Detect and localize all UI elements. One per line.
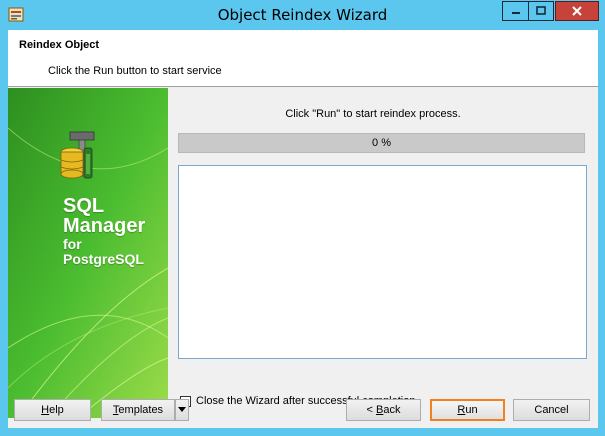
wizard-window: Object Reindex Wizard Reindex Object Cli…: [0, 0, 605, 436]
run-button-label: Run: [457, 404, 478, 416]
step-subtitle: Click the Run button to start service: [48, 65, 222, 77]
wizard-header: Reindex Object Click the Run button to s…: [8, 30, 598, 87]
title-bar[interactable]: Object Reindex Wizard: [0, 0, 605, 30]
status-message: Click "Run" to start reindex process.: [285, 108, 461, 120]
back-button-label: < Back: [366, 404, 401, 416]
side-banner: SQL Manager for PostgreSQL: [8, 88, 168, 418]
run-button[interactable]: Run: [430, 399, 505, 421]
maximize-icon: [536, 6, 546, 15]
help-button[interactable]: Help: [14, 399, 91, 421]
maximize-button[interactable]: [528, 1, 554, 21]
log-output[interactable]: [178, 165, 587, 359]
wizard-app-icon: [8, 7, 24, 22]
back-button[interactable]: < Back: [346, 399, 421, 421]
product-name-line3: for: [63, 236, 82, 252]
product-name-line1: SQL: [63, 195, 105, 217]
product-name-line4: PostgreSQL: [63, 251, 144, 267]
progress-label: 0 %: [372, 137, 391, 149]
templates-button-label: Templates: [112, 404, 164, 416]
product-name-line2: Manager: [63, 215, 146, 237]
close-window-button[interactable]: [555, 1, 599, 21]
cancel-button-label: Cancel: [534, 404, 569, 416]
product-name: SQL Manager for PostgreSQL: [63, 196, 145, 266]
progress-bar: 0 %: [178, 133, 585, 153]
triangle-down-icon: [178, 407, 186, 412]
help-button-label: Help: [41, 404, 64, 416]
database-tools-icon: [60, 131, 95, 179]
templates-dropdown-button[interactable]: [175, 399, 189, 421]
cancel-button[interactable]: Cancel: [513, 399, 590, 421]
templates-button[interactable]: Templates: [101, 399, 175, 421]
wizard-body: SQL Manager for PostgreSQL Click "Run" t…: [8, 88, 598, 418]
wizard-client: Reindex Object Click the Run button to s…: [8, 30, 598, 428]
minimize-icon: [511, 12, 520, 14]
step-title: Reindex Object: [19, 39, 100, 51]
close-icon: [572, 6, 582, 16]
minimize-button[interactable]: [502, 1, 528, 21]
